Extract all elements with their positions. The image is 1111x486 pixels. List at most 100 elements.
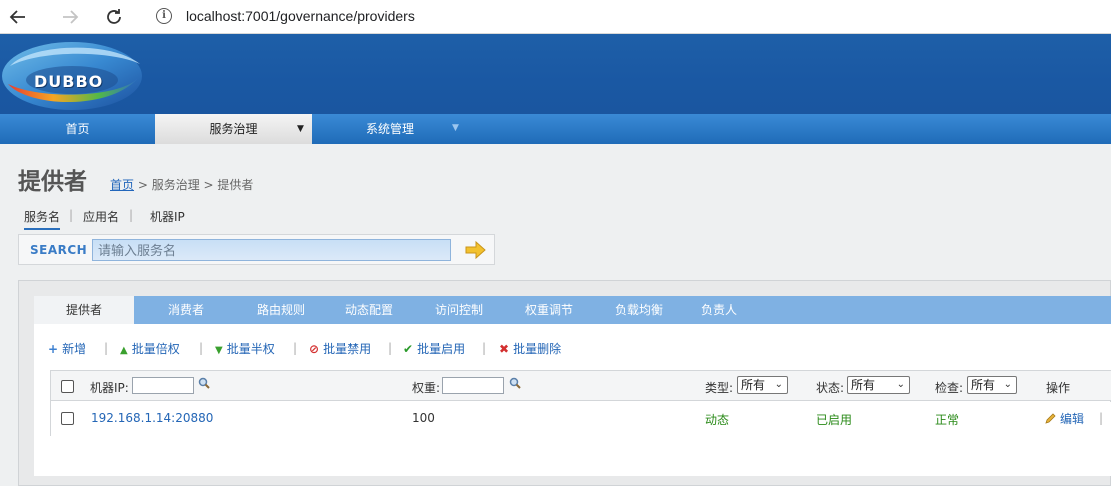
actions-header: 操作 <box>1046 381 1071 395</box>
type-value: 动态 <box>705 413 730 427</box>
batch-enable-label: 批量启用 <box>417 342 466 356</box>
status-filter-select[interactable]: 所有 ⌄ <box>847 376 910 394</box>
status-filter-value: 所有 <box>851 378 876 392</box>
address-bar[interactable]: i localhost:7001/governance/providers <box>142 0 1111 33</box>
type-filter-value: 所有 <box>741 378 766 392</box>
tab-consumers[interactable]: 消费者 <box>134 296 238 324</box>
batch-enable-button[interactable]: ✔ 批量启用 <box>403 340 465 357</box>
batch-delete-label: 批量删除 <box>513 342 562 356</box>
search-tab-machine-ip[interactable]: 机器IP <box>150 208 185 225</box>
check-icon: ✔ <box>403 342 414 356</box>
tab-separator: | <box>69 208 74 222</box>
batch-disable-label: 批量禁用 <box>323 342 372 356</box>
toolbar-separator: | <box>388 341 393 355</box>
ban-icon: ⊘ <box>309 342 320 356</box>
breadcrumb: 首页 > 服务治理 > 提供者 <box>110 176 253 193</box>
tab-access-control[interactable]: 访问控制 <box>414 296 504 324</box>
weight-value: 100 <box>412 411 435 425</box>
chevron-down-icon: ⌄ <box>896 379 905 390</box>
app-header: DUBBO <box>0 34 1111 114</box>
tab-separator: | <box>129 208 134 222</box>
tab-owners[interactable]: 负责人 <box>684 296 754 324</box>
nav-item-label: 服务治理 <box>209 122 258 136</box>
row-action-separator: | <box>1099 411 1104 425</box>
type-header: 类型: <box>705 381 734 395</box>
reload-icon <box>107 9 121 24</box>
batch-half-weight-label: 批量半权 <box>226 342 275 356</box>
toolbar-separator: | <box>199 341 204 355</box>
table-row: 192.168.1.14:20880 100 动态 已启用 正常 编辑 | <box>51 402 1111 436</box>
check-value: 正常 <box>935 413 960 427</box>
select-all-checkbox[interactable] <box>61 380 74 393</box>
caret-down-icon: ▼ <box>452 123 459 133</box>
search-icon[interactable] <box>198 377 210 389</box>
tab-overrides[interactable]: 动态配置 <box>324 296 414 324</box>
search-box: SEARCH <box>18 234 495 265</box>
check-header: 检查: <box>935 381 964 395</box>
status-header: 状态: <box>816 381 845 395</box>
ip-filter-input[interactable] <box>132 377 194 394</box>
tab-weights[interactable]: 权重调节 <box>504 296 594 324</box>
search-label: SEARCH <box>30 243 88 257</box>
edit-button[interactable]: 编辑 <box>1045 410 1084 427</box>
nav-item-service-governance[interactable]: 服务治理 ▼ <box>155 114 312 144</box>
nav-item-system-management[interactable]: 系统管理 ▼ <box>312 114 468 144</box>
tab-providers[interactable]: 提供者 <box>34 296 134 324</box>
add-button[interactable]: + 新增 <box>48 340 86 357</box>
status-value: 已启用 <box>816 413 853 427</box>
nav-item-label: 系统管理 <box>365 122 414 136</box>
providers-table: 机器IP: 权重: 类型: 所有 ⌄ 状态: 所有 ⌄ 检查: 所有 ⌄ 操作 192… <box>50 370 1111 436</box>
chevron-down-icon: ⌄ <box>774 379 783 390</box>
forward-button[interactable] <box>58 5 82 29</box>
search-input[interactable] <box>92 239 451 261</box>
arrow-right-icon <box>63 10 79 24</box>
provider-address-link[interactable]: 192.168.1.14:20880 <box>91 411 213 425</box>
tab-routes[interactable]: 路由规则 <box>238 296 324 324</box>
nav-item-label: 首页 <box>65 122 90 136</box>
toolbar-separator: | <box>293 341 298 355</box>
arrow-down-icon: ▼ <box>215 345 223 356</box>
edit-label: 编辑 <box>1060 412 1085 426</box>
breadcrumb-home-link[interactable]: 首页 <box>110 178 134 192</box>
browser-toolbar: i localhost:7001/governance/providers <box>0 0 1111 34</box>
toolbar-separator: | <box>104 341 109 355</box>
dubbo-logo[interactable]: DUBBO <box>0 38 144 112</box>
breadcrumb-path: > 服务治理 > 提供者 <box>134 178 254 192</box>
governance-tabs: 提供者 消费者 路由规则 动态配置 访问控制 权重调节 负载均衡 负责人 <box>34 296 1111 324</box>
page-title: 提供者 <box>18 169 87 195</box>
search-icon[interactable] <box>509 377 521 389</box>
table-header: 机器IP: 权重: 类型: 所有 ⌄ 状态: 所有 ⌄ 检查: 所有 ⌄ 操作 <box>51 371 1111 401</box>
plus-icon: + <box>48 342 59 356</box>
ip-header: 机器IP: <box>90 381 129 395</box>
arrow-right-icon <box>465 240 486 260</box>
reload-button[interactable] <box>102 5 126 29</box>
search-submit-button[interactable] <box>464 240 486 260</box>
pencil-icon <box>1045 413 1056 424</box>
batch-disable-button[interactable]: ⊘ 批量禁用 <box>309 340 371 357</box>
batch-double-weight-button[interactable]: ▲ 批量倍权 <box>120 340 180 357</box>
arrow-left-icon <box>9 10 25 24</box>
check-filter-value: 所有 <box>971 378 996 392</box>
logo-text: DUBBO <box>34 72 104 91</box>
search-tab-service-name[interactable]: 服务名 <box>24 208 61 230</box>
add-label: 新增 <box>62 342 87 356</box>
main-nav: 首页 服务治理 ▼ 系统管理 ▼ <box>0 114 1111 144</box>
row-checkbox[interactable] <box>61 412 74 425</box>
info-icon[interactable]: i <box>156 8 172 24</box>
weight-header: 权重: <box>412 381 441 395</box>
check-filter-select[interactable]: 所有 ⌄ <box>967 376 1017 394</box>
batch-double-weight-label: 批量倍权 <box>131 342 180 356</box>
toolbar-separator: | <box>482 341 487 355</box>
tab-load-balance[interactable]: 负载均衡 <box>594 296 684 324</box>
search-tab-app-name[interactable]: 应用名 <box>83 208 119 225</box>
nav-item-home[interactable]: 首页 <box>0 114 155 144</box>
arrow-up-icon: ▲ <box>120 345 128 356</box>
type-filter-select[interactable]: 所有 ⌄ <box>737 376 788 394</box>
caret-down-icon: ▼ <box>297 124 304 134</box>
batch-half-weight-button[interactable]: ▼ 批量半权 <box>215 340 275 357</box>
back-button[interactable] <box>6 5 30 29</box>
weight-filter-input[interactable] <box>442 377 504 394</box>
batch-delete-button[interactable]: ✖ 批量删除 <box>499 340 561 357</box>
close-icon: ✖ <box>499 342 510 356</box>
chevron-down-icon: ⌄ <box>1003 379 1012 390</box>
